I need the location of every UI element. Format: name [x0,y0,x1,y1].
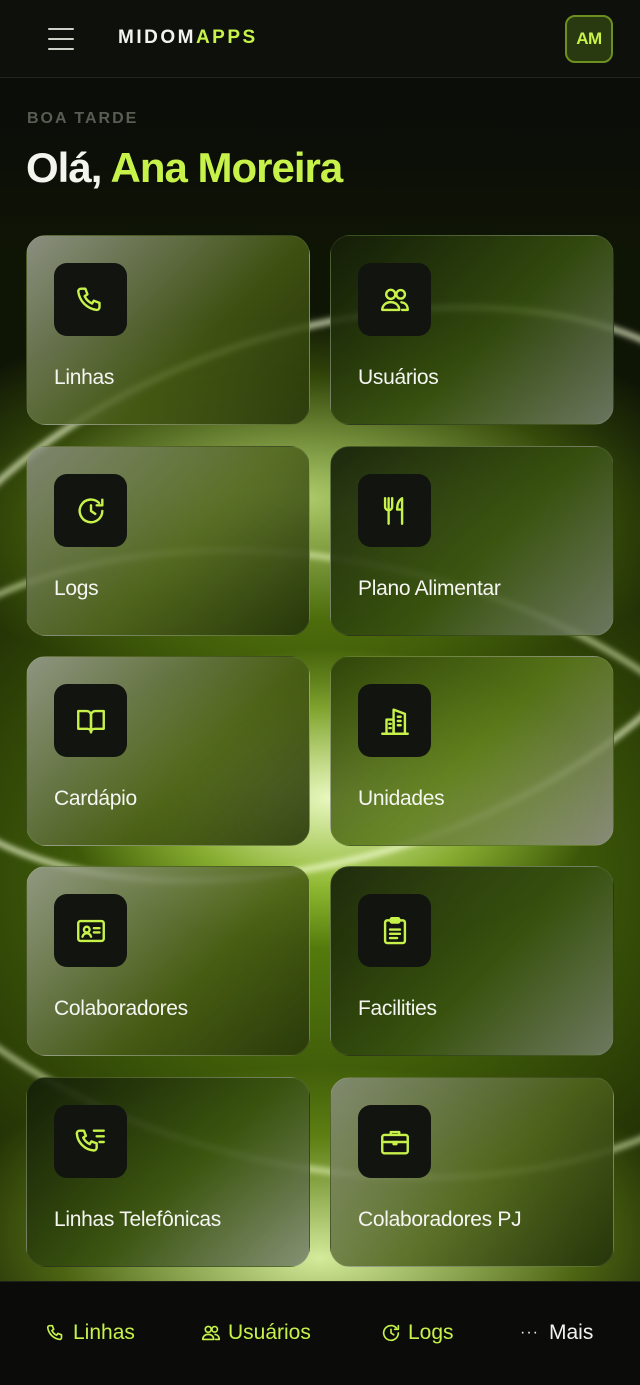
nav-usuarios[interactable]: Usuários [200,1317,311,1349]
card-label: Linhas [54,366,115,389]
card-icon-box [54,894,127,967]
card-icon-box [358,894,431,967]
card-plano-alimentar[interactable]: Plano Alimentar [330,446,614,636]
utensils-icon [383,496,403,525]
users-icon [201,1325,221,1341]
user-name: Ana Moreira [110,144,343,191]
card-colaboradores[interactable]: Colaboradores [26,866,310,1056]
greeting-hello: Olá, [26,144,111,191]
nav-label: Mais [548,1321,594,1344]
more-dots-icon: ··· [520,1324,539,1341]
nav-label: Logs [408,1321,454,1344]
card-unidades[interactable]: Unidades [330,656,614,846]
nav-logs[interactable]: Logs [380,1317,454,1349]
history-icon [382,1324,400,1342]
card-icon-box [358,474,431,547]
card-facilities[interactable]: Facilities [330,866,614,1056]
card-icon-box [54,474,127,547]
nav-label: Usuários [228,1321,311,1344]
nav-linhas[interactable]: Linhas [45,1317,135,1349]
card-label: Facilities [358,997,437,1020]
card-icon-box [54,684,127,757]
card-label: Cardápio [54,787,137,810]
greeting-period: BOA TARDE [27,110,139,127]
building-icon [380,707,409,735]
phone-icon [46,1324,63,1341]
bottom-nav: Linhas Usuários Logs ··· Mais [0,1281,640,1385]
card-icon-box [54,1105,127,1178]
logo-text-part1: MIDOM [118,27,196,48]
logo-text-part2: APPS [195,27,258,48]
card-label: Logs [54,577,99,600]
card-linhas-telefonicas[interactable]: Linhas Telefônicas [26,1077,310,1267]
book-open-icon [76,709,105,734]
card-label: Unidades [358,787,445,810]
card-label: Linhas Telefônicas [54,1208,221,1231]
card-icon-box [358,1105,431,1178]
card-colaboradores-pj[interactable]: Colaboradores PJ [330,1077,614,1267]
card-logs[interactable]: Logs [26,446,310,636]
phone-icon [76,286,101,311]
app-header: MIDOMAPPS AM [0,0,640,78]
nav-label: Linhas [73,1321,135,1344]
phone-list-icon [75,1128,105,1152]
app-logo: MIDOMAPPS [118,27,258,49]
user-avatar[interactable]: AM [565,15,613,63]
menu-icon[interactable] [46,26,78,52]
card-icon-box [358,684,431,757]
clipboard-icon [383,916,406,944]
card-linhas[interactable]: Linhas [26,235,310,425]
card-label: Plano Alimentar [358,577,501,600]
history-icon [77,497,104,523]
card-icon-box [358,263,431,336]
briefcase-icon [380,1130,409,1155]
card-icon-box [54,263,127,336]
card-cardapio[interactable]: Cardápio [26,656,310,846]
id-card-icon [76,919,105,942]
card-usuarios[interactable]: Usuários [330,235,614,425]
greeting-title: Olá, Ana Moreira [26,144,343,192]
card-label: Usuários [358,366,439,389]
card-label: Colaboradores [54,997,188,1020]
users-icon [380,288,409,311]
nav-mais[interactable]: ··· Mais [520,1317,593,1349]
card-label: Colaboradores PJ [358,1208,522,1231]
